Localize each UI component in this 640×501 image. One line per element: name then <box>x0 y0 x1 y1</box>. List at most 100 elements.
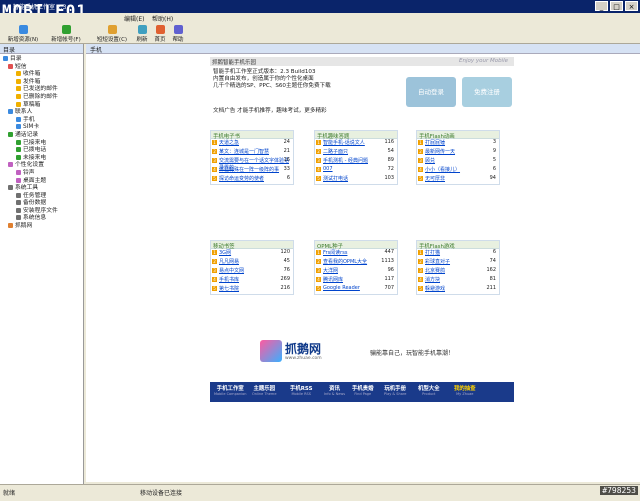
help-button[interactable]: 帮助 <box>170 25 186 43</box>
item-link[interactable]: 大洋网 <box>323 268 338 274</box>
list-item[interactable]: 3 大洋网 96 <box>315 267 397 276</box>
sidebar-item[interactable]: 草稿箱 <box>0 101 83 110</box>
sidebar-item[interactable]: 铃声 <box>0 169 83 178</box>
list-item[interactable]: 1 天道之急 24 <box>211 139 293 148</box>
category-title[interactable]: 手机趣味答题 <box>315 131 397 140</box>
footer-nav-item[interactable]: 资讯 Info & News <box>324 384 345 396</box>
sidebar-item[interactable]: 已拨电话 <box>0 147 83 155</box>
item-link[interactable]: 天道之急 <box>219 140 239 146</box>
auto-login-button[interactable]: 自动登录 <box>406 77 456 107</box>
sidebar-item[interactable]: 系统工具 <box>0 185 83 193</box>
list-item[interactable]: 5 第七书院 216 <box>211 285 293 294</box>
category-title[interactable]: 手机Flash动画 <box>417 131 499 140</box>
item-link[interactable]: 彩球直对子 <box>425 259 450 265</box>
item-link[interactable]: 腾讯网库 <box>323 277 343 283</box>
footer-nav-item[interactable]: 手机工作室 Mobile Companion <box>214 384 247 396</box>
list-item[interactable]: 1 智能手机-话说文人 116 <box>315 139 397 148</box>
category-title[interactable]: 手机电子书 <box>211 131 293 140</box>
category-title[interactable]: OPML种子 <box>315 241 397 250</box>
item-link[interactable]: 躲避游戏 <box>425 286 445 292</box>
footer-nav-item[interactable]: 手机RSS Mobile RSS <box>290 384 312 396</box>
sidebar-item[interactable]: 已发送的邮件 <box>0 86 83 94</box>
list-item[interactable]: 3 顾兑 5 <box>417 157 499 166</box>
item-link[interactable]: 某文：连城是一门智慧 <box>219 149 269 155</box>
list-item[interactable]: 3 易点中文网 76 <box>211 267 293 276</box>
item-link[interactable]: 易点中文网 <box>219 268 244 274</box>
item-link[interactable]: 凡凡网易 <box>219 259 239 265</box>
item-link[interactable]: 智能手机-话说文人 <box>323 140 365 146</box>
footer-nav-item[interactable]: 玩机手册 Play & Share <box>384 384 406 396</box>
menu-edit[interactable]: 编辑(E) <box>124 14 144 23</box>
list-item[interactable]: 4 007 72 <box>315 166 397 175</box>
list-item[interactable]: 3 手机测机 - 经典问题 89 <box>315 157 397 166</box>
zhuae-banner[interactable]: 抓鹅网 www.zhuae.com 骗能靠自己，玩智能手机靠潮！ <box>210 336 514 380</box>
list-item[interactable]: 1 打屁屁锤 3 <box>417 139 499 148</box>
register-button[interactable]: 免费注册 <box>462 77 512 107</box>
list-item[interactable]: 1 打打猫 6 <box>417 249 499 258</box>
list-item[interactable]: 5 无可厚非 94 <box>417 175 499 184</box>
sidebar-item[interactable]: 联系人 <box>0 109 83 117</box>
minimize-button[interactable]: _ <box>595 1 608 11</box>
item-link[interactable]: 探访命运变劳的使者 <box>219 176 264 182</box>
list-item[interactable]: 4 体验特殊在一阵一级阵的事 33 <box>211 166 293 175</box>
category-title[interactable]: 移动书签 <box>211 241 293 250</box>
item-link[interactable]: 打打猫 <box>425 250 440 256</box>
list-item[interactable]: 4 腾讯网库 117 <box>315 276 397 285</box>
footer-nav-item[interactable]: 手机贵婚 Find Page <box>352 384 374 396</box>
sidebar-item[interactable]: 桌面主题 <box>0 177 83 186</box>
list-item[interactable]: 2 二路子面只 54 <box>315 148 397 157</box>
list-item[interactable]: 2 最新网传一天 9 <box>417 148 499 157</box>
footer-nav-item[interactable]: 我的抽查 My Zhuae <box>454 384 476 396</box>
item-link[interactable]: 小小（看接儿） <box>425 167 460 173</box>
item-link[interactable]: 查看我的OPML大全 <box>323 259 367 265</box>
settings-button[interactable]: 短短设置(C) <box>92 25 132 43</box>
item-link[interactable]: 第七书院 <box>219 286 239 292</box>
menu-help[interactable]: 帮助(H) <box>152 14 173 23</box>
list-item[interactable]: 2 某文：连城是一门智慧 21 <box>211 148 293 157</box>
sidebar-item[interactable]: 个性化设置 <box>0 162 83 170</box>
sidebar-item[interactable]: SIM卡 <box>0 124 83 132</box>
item-link[interactable]: 体验特殊在一阵一级阵的事 <box>219 167 279 173</box>
category-title[interactable]: 手机Flash游戏 <box>417 241 499 250</box>
new-account-button[interactable]: 新增帐号(F) <box>46 25 86 43</box>
sidebar-item[interactable]: 短信 <box>0 63 83 72</box>
home-button[interactable]: 首页 <box>152 25 168 43</box>
list-item[interactable]: 4 手机书库 269 <box>211 276 293 285</box>
list-item[interactable]: 1 3G网 120 <box>211 249 293 258</box>
new-resource-button[interactable]: 新增资源(N) <box>3 25 43 43</box>
item-link[interactable]: 手机书库 <box>219 277 239 283</box>
item-link[interactable]: Google Reader <box>323 285 360 291</box>
item-link[interactable]: 二路子面只 <box>323 149 348 155</box>
item-link[interactable]: 最新网传一天 <box>425 149 455 155</box>
item-link[interactable]: 北京赛鸽 <box>425 268 445 274</box>
list-item[interactable]: 1 Frs阅读rss 447 <box>315 249 397 258</box>
tree-root[interactable]: 目录 <box>0 56 83 64</box>
list-item[interactable]: 2 凡凡网易 45 <box>211 258 293 267</box>
list-item[interactable]: 2 彩球直对子 74 <box>417 258 499 267</box>
sidebar-item[interactable]: 收件箱 <box>0 71 83 79</box>
list-item[interactable]: 4 小小（看接儿） 6 <box>417 166 499 175</box>
list-item[interactable]: 3 北京赛鸽 162 <box>417 267 499 276</box>
maximize-button[interactable]: □ <box>610 1 623 11</box>
sidebar-item[interactable]: 已接来电 <box>0 139 83 148</box>
list-item[interactable]: 4 消方块 81 <box>417 276 499 285</box>
sidebar-item[interactable]: 手机 <box>0 116 83 125</box>
item-link[interactable]: 顾兑 <box>425 158 435 164</box>
list-item[interactable]: 5 躲避游戏 211 <box>417 285 499 294</box>
list-item[interactable]: 5 Google Reader 707 <box>315 285 397 294</box>
list-item[interactable]: 3 交流需要与在一个话文字体验语录界的 16 <box>211 157 293 171</box>
item-link[interactable]: 手机测机 - 经典问题 <box>323 158 368 164</box>
sidebar-item[interactable]: 通话记录 <box>0 131 83 140</box>
list-item[interactable]: 2 查看我的OPML大全 1113 <box>315 258 397 267</box>
sidebar-item[interactable]: 备份数据 <box>0 200 83 208</box>
close-button[interactable]: × <box>625 1 638 11</box>
list-item[interactable]: 5 测试打电话 103 <box>315 175 397 184</box>
item-link[interactable]: 测试打电话 <box>323 176 348 182</box>
item-link[interactable]: 消方块 <box>425 277 440 283</box>
sidebar-item[interactable]: 抓鹅网 <box>0 223 83 231</box>
footer-nav-item[interactable]: 机型大全 Product <box>418 384 440 396</box>
item-link[interactable]: 无可厚非 <box>425 176 445 182</box>
share-line[interactable]: 文档广告 才能手机推荐，趣味考试，更多精彩 <box>213 106 327 114</box>
sidebar-item[interactable]: 系统信息 <box>0 215 83 223</box>
content-tab[interactable]: 手机 <box>86 44 640 54</box>
